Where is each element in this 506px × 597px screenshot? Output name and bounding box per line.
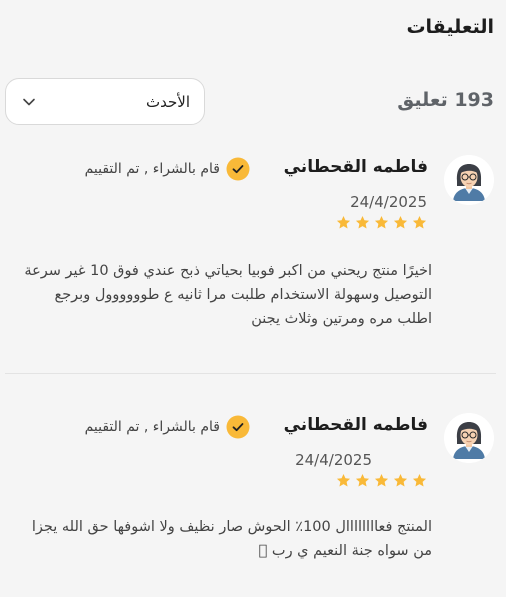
avatar <box>444 413 494 463</box>
user-avatar-icon <box>444 155 494 205</box>
star-icon <box>393 215 408 229</box>
verified-check-icon <box>226 415 250 439</box>
sort-dropdown[interactable]: الأحدث <box>5 78 205 125</box>
comments-count: 193 تعليق <box>397 89 494 111</box>
divider <box>5 373 496 374</box>
review-item: فاطمه القحطاني قام بالشراء , تم التقييم … <box>0 413 506 593</box>
star-icon <box>374 473 389 487</box>
star-icon <box>355 473 370 487</box>
rating-stars <box>336 215 427 230</box>
star-icon <box>393 473 408 487</box>
user-avatar-icon <box>444 413 494 463</box>
chevron-down-icon <box>23 98 35 105</box>
badge-label: قام بالشراء , تم التقييم <box>84 161 220 177</box>
star-icon <box>336 473 351 487</box>
star-icon <box>355 215 370 229</box>
reviewer-name: فاطمه القحطاني <box>283 415 428 435</box>
verified-purchase-badge: قام بالشراء , تم التقييم <box>85 157 250 181</box>
rating-stars <box>336 473 427 488</box>
review-date: 24/4/2025 <box>295 451 372 469</box>
verified-check-icon <box>226 157 250 181</box>
star-icon <box>336 215 351 229</box>
verified-purchase-badge: قام بالشراء , تم التقييم <box>85 415 250 439</box>
review-text: اخيرًا منتج ريحني من اكبر فوبيا بحياتي ذ… <box>24 263 432 327</box>
review-date: 24/4/2025 <box>350 193 427 211</box>
sort-selected-label: الأحدث <box>146 92 190 111</box>
page-title: التعليقات <box>406 16 494 38</box>
star-icon <box>374 215 389 229</box>
star-icon <box>412 215 427 229</box>
review-item: فاطمه القحطاني قام بالشراء , تم التقييم … <box>0 155 506 355</box>
badge-label: قام بالشراء , تم التقييم <box>84 419 220 435</box>
star-icon <box>412 473 427 487</box>
review-text: المنتج فعاااااااال 100٪ الحوش صار نظيف و… <box>31 519 432 559</box>
avatar <box>444 155 494 205</box>
reviewer-name: فاطمه القحطاني <box>283 157 428 177</box>
